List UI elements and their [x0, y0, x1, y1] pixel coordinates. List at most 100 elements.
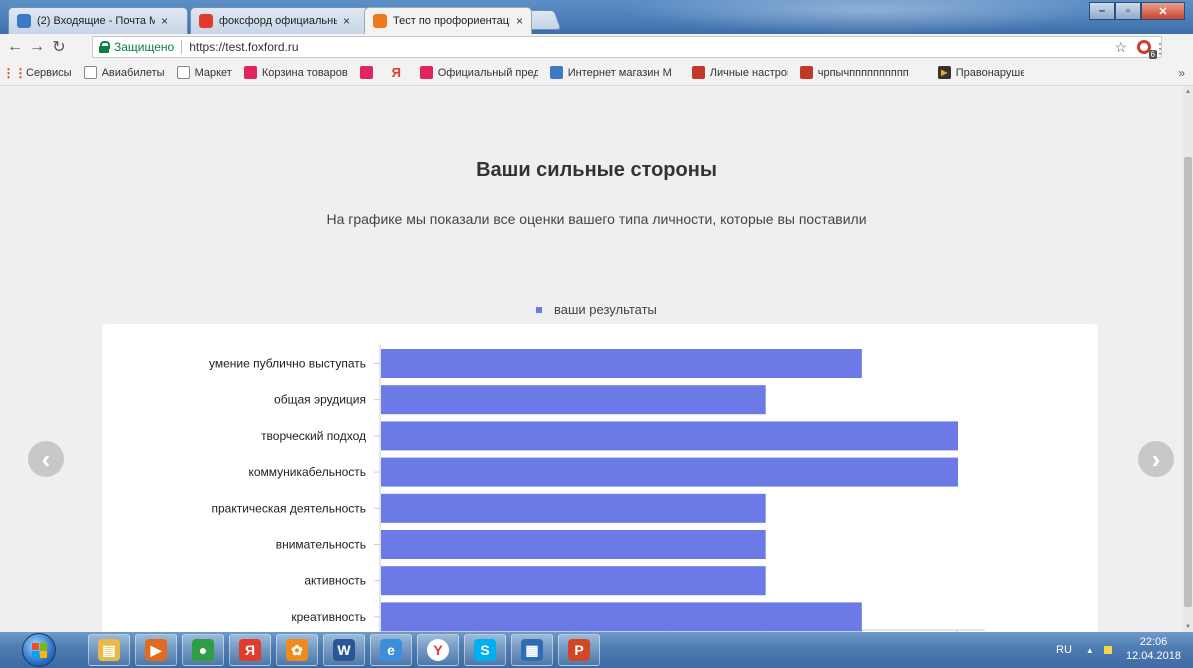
chrome-icon: ●	[192, 639, 214, 661]
ok-icon: ✿	[286, 639, 308, 661]
grid-icon	[691, 66, 705, 79]
bookmark-item[interactable]: Личные настройки -	[691, 66, 788, 79]
system-clock[interactable]: 22:06 12.04.2018	[1126, 635, 1181, 663]
taskbar-app[interactable]: Я	[229, 634, 271, 666]
bookmark-item[interactable]: Интернет магазин М	[549, 66, 680, 79]
browser-tab[interactable]: (2) Входящие - Почта М ×	[8, 7, 188, 34]
bookmarks-bar: ⋮⋮ Сервисы Авиабилеты Маркет Корзина товар…	[0, 60, 1193, 86]
chevron-left-icon: ‹	[41, 443, 51, 474]
lock-icon	[99, 41, 110, 53]
tab-label: Тест по профориентаци	[393, 15, 510, 27]
bar	[381, 566, 766, 596]
language-indicator[interactable]: RU	[1056, 644, 1072, 656]
bookmark-star-icon[interactable]: ☆	[1114, 39, 1127, 56]
bar	[381, 457, 958, 487]
taskbar-app[interactable]: S	[464, 634, 506, 666]
browser-tab-strip: (2) Входящие - Почта М × фоксфорд официаль…	[0, 0, 1193, 34]
play-icon: ▶	[937, 66, 951, 79]
cart-icon	[359, 66, 373, 79]
network-icon[interactable]	[1103, 646, 1112, 654]
address-bar[interactable]: Защищено https://test.foxford.ru ☆ 6 ⋮	[92, 36, 1167, 59]
category-label: коммуникабельность	[248, 465, 366, 479]
tab-close-icon[interactable]: ×	[516, 14, 523, 28]
next-slide-button[interactable]: ›	[1138, 441, 1174, 477]
bookmarks-more-button[interactable]: »	[1178, 66, 1185, 80]
skype-icon: S	[474, 639, 496, 661]
tab-label: (2) Входящие - Почта М	[37, 15, 155, 27]
clock-time: 22:06	[1139, 636, 1168, 648]
maximize-button[interactable]: ▫	[1115, 2, 1141, 20]
forward-button[interactable]: →	[26, 38, 48, 56]
address-separator	[181, 40, 183, 54]
taskbar-app[interactable]: ▤	[88, 634, 130, 666]
browser-tab[interactable]: фоксфорд официальны ×	[190, 7, 370, 34]
cart-icon	[419, 66, 433, 79]
secure-label: Защищено	[114, 40, 175, 54]
category-label: внимательность	[276, 538, 366, 552]
bar	[381, 493, 766, 523]
start-button[interactable]	[22, 633, 56, 667]
taskbar-app[interactable]: ●	[182, 634, 224, 666]
taskbar-app[interactable]: ▦	[511, 634, 553, 666]
taskbar-app[interactable]: ▶	[135, 634, 177, 666]
category-label: умение публично выступать	[209, 357, 366, 371]
word-icon: W	[333, 639, 355, 661]
tab-close-icon[interactable]: ×	[161, 14, 168, 28]
globe-icon	[549, 66, 563, 79]
bookmark-item[interactable]: Авиабилеты	[83, 66, 165, 79]
scroll-down-icon[interactable]: ▼	[1185, 624, 1191, 630]
explorer-icon: ▤	[98, 639, 120, 661]
chevron-right-icon: ›	[1151, 443, 1161, 474]
back-button[interactable]: ←	[4, 38, 26, 56]
page-content: Ваши сильные стороны На графике мы показ…	[0, 87, 1183, 632]
bookmark-item[interactable]: ▶Правонарушения в	[937, 66, 1024, 79]
url-text[interactable]: https://test.foxford.ru	[189, 40, 298, 54]
scrollbar-thumb[interactable]	[1184, 157, 1192, 607]
windows-logo-icon	[32, 643, 48, 659]
bookmark-item[interactable]: Я	[390, 65, 408, 80]
foxford-icon	[373, 14, 387, 28]
yandex-icon: Y	[427, 639, 449, 661]
window-controls: – ▫ ✕	[1089, 2, 1185, 20]
taskbar-app[interactable]: W	[323, 634, 365, 666]
yandex-icon	[199, 14, 213, 28]
taskbar-app[interactable]: P	[558, 634, 600, 666]
yandex-icon: Я	[391, 65, 401, 80]
store-icon: ▦	[521, 639, 543, 661]
tray-expand-icon[interactable]: ▲	[1086, 646, 1094, 655]
bookmark-item[interactable]: чрпычпппппппппп	[799, 66, 926, 79]
category-label: креативность	[291, 610, 366, 624]
taskbar-app[interactable]: Y	[417, 634, 459, 666]
tab-label: фоксфорд официальны	[219, 15, 337, 27]
category-label: общая эрудиция	[274, 393, 366, 407]
tab-close-icon[interactable]: ×	[343, 14, 350, 28]
powerpoint-icon: P	[568, 639, 590, 661]
taskbar-app[interactable]: e	[370, 634, 412, 666]
windows-taskbar: ▤ ▶ ● Я ✿ We Y S ▦ P RU ▲ 22:06 12.04.2018	[0, 632, 1193, 668]
page-scrollbar[interactable]: ▲ ▼	[1183, 87, 1193, 632]
close-window-button[interactable]: ✕	[1141, 2, 1185, 20]
bookmark-item[interactable]	[359, 66, 378, 79]
title-bar-glow	[620, 0, 1120, 34]
extension-icon[interactable]: 6 ⋮	[1137, 40, 1167, 59]
category-label: активность	[304, 574, 366, 588]
media-player-icon: ▶	[145, 639, 167, 661]
bookmark-item[interactable]: Маркет	[176, 66, 232, 79]
minimize-button[interactable]: –	[1089, 2, 1115, 20]
taskbar-app[interactable]: ✿	[276, 634, 318, 666]
page-icon	[176, 66, 190, 79]
bookmark-item[interactable]: Корзина товаров	[243, 66, 348, 79]
bookmark-item[interactable]: Официальный пред	[419, 66, 538, 79]
scroll-up-icon[interactable]: ▲	[1185, 89, 1191, 95]
mail-icon	[17, 14, 31, 28]
apps-grid-icon: ⋮⋮	[2, 65, 27, 80]
browser-toolbar: ← → ↻ Защищено https://test.foxford.ru ☆…	[0, 34, 1193, 60]
bar	[381, 421, 958, 451]
menu-icon[interactable]: ⋮	[1153, 40, 1167, 57]
prev-slide-button[interactable]: ‹	[28, 441, 64, 477]
bar	[381, 530, 766, 559]
browser-tab[interactable]: Тест по профориентаци ×	[364, 7, 532, 34]
clock-date: 12.04.2018	[1125, 650, 1181, 662]
bookmark-apps[interactable]: ⋮⋮ Сервисы	[2, 65, 72, 80]
reload-button[interactable]: ↻	[48, 37, 70, 57]
